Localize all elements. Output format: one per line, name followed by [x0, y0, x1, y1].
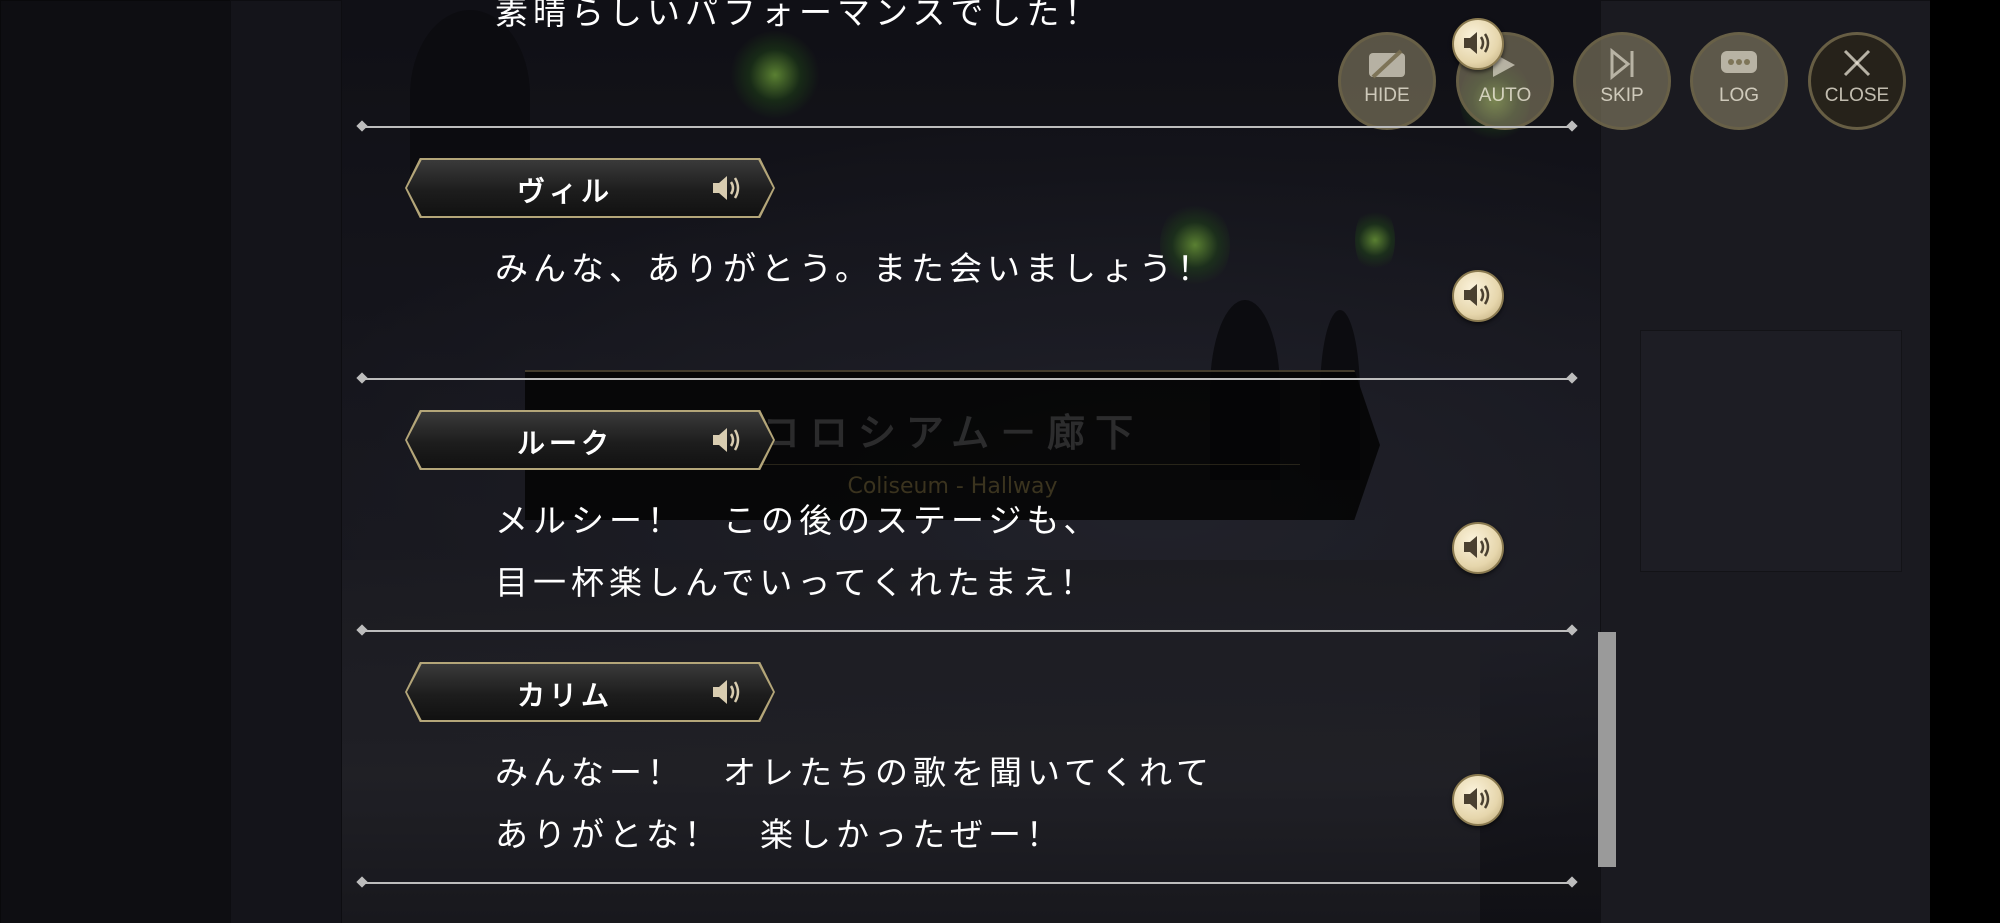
- speaker-icon: [1464, 788, 1490, 810]
- hide-icon: [1369, 49, 1405, 79]
- log-separator: [362, 630, 1572, 632]
- close-label: CLOSE: [1824, 85, 1890, 106]
- speaker-nameplate: カリム: [405, 662, 775, 722]
- speaker-name: カリム: [517, 679, 614, 712]
- skip-button[interactable]: SKIP: [1573, 32, 1671, 130]
- location-divider: [685, 464, 1300, 465]
- close-icon: [1843, 49, 1871, 77]
- dialogue-line: みんな、ありがとう。また会いましょう！: [495, 249, 1216, 288]
- speaker-icon[interactable]: [710, 171, 744, 205]
- speaker-icon[interactable]: [710, 423, 744, 457]
- speaker-name: ヴィル: [517, 175, 614, 208]
- speaker-icon[interactable]: [710, 675, 744, 709]
- log-label: LOG: [1718, 85, 1760, 106]
- close-button[interactable]: CLOSE: [1808, 32, 1906, 130]
- log-separator: [362, 378, 1572, 380]
- chat-bubble-icon: [1721, 51, 1757, 73]
- speaker-icon: [1464, 284, 1490, 306]
- log-separator: [362, 126, 1572, 128]
- voice-replay-button[interactable]: [1452, 774, 1504, 826]
- log-separator: [362, 882, 1572, 884]
- voice-replay-button[interactable]: [1452, 270, 1504, 322]
- speaker-icon: [1464, 536, 1490, 558]
- auto-label: AUTO: [1478, 85, 1532, 106]
- voice-replay-button[interactable]: [1452, 522, 1504, 574]
- log-button[interactable]: LOG: [1690, 32, 1788, 130]
- dialogue-line: みんなー！ オレたちの歌を聞いてくれて: [495, 753, 1215, 792]
- log-scrollbar[interactable]: [1598, 632, 1616, 867]
- speaker-name: ルーク: [517, 427, 614, 460]
- speaker-nameplate: ヴィル: [405, 158, 775, 218]
- skip-label: SKIP: [1600, 85, 1644, 106]
- letterbox-right: [1930, 0, 2000, 923]
- voice-replay-button[interactable]: [1452, 18, 1504, 70]
- speaker-icon: [1464, 32, 1490, 54]
- dialogue-line: ありがとな！ 楽しかったぜー！: [495, 815, 1065, 854]
- dialogue-line: メルシー！ この後のステージも、: [495, 501, 1102, 540]
- log-line: 素晴らしいパフォーマンスでした！: [495, 0, 1103, 32]
- hide-label: HIDE: [1364, 85, 1410, 106]
- skip-icon: [1610, 47, 1634, 81]
- hide-button[interactable]: HIDE: [1338, 32, 1436, 130]
- speaker-nameplate: ルーク: [405, 410, 775, 470]
- dialogue-line: 目一杯楽しんでいってくれたまえ！: [495, 563, 1098, 602]
